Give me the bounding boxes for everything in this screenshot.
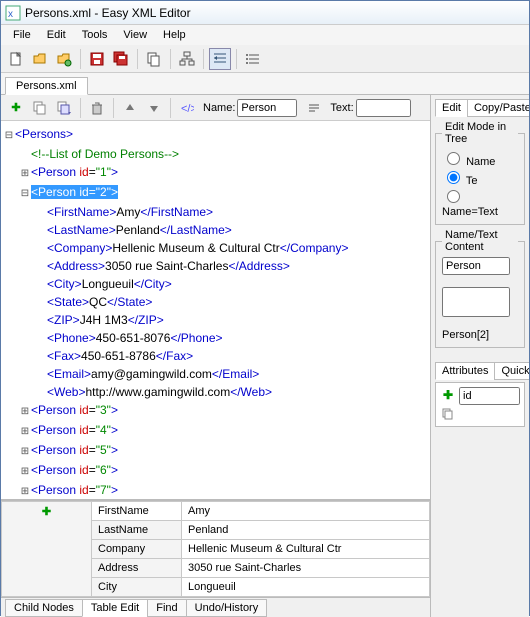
side-tab-copy[interactable]: Copy/Paste — [467, 99, 529, 117]
menu-help[interactable]: Help — [155, 27, 194, 43]
tab-table-edit[interactable]: Table Edit — [82, 599, 148, 617]
tree-child-node[interactable]: <Web>http://www.gamingwild.com</Web> — [3, 383, 428, 401]
tree-child-node[interactable]: <FirstName>Amy</FirstName> — [3, 203, 428, 221]
menu-view[interactable]: View — [115, 27, 155, 43]
main-toolbar — [1, 45, 529, 73]
tree-child-node[interactable]: <Company>Hellenic Museum & Cultural Ctr<… — [3, 239, 428, 257]
move-up-button[interactable] — [119, 97, 141, 119]
tree-view-button[interactable] — [176, 48, 198, 70]
radio-te[interactable]: Te — [442, 175, 477, 187]
tree-child-node[interactable]: <State>QC</State> — [3, 293, 428, 311]
side-tab-edit[interactable]: Edit — [435, 99, 468, 117]
copy-button[interactable] — [143, 48, 165, 70]
side-text-input[interactable] — [442, 287, 510, 317]
text-input[interactable] — [356, 99, 411, 117]
twisty-icon[interactable]: ⊞ — [19, 443, 31, 461]
tree-node[interactable]: ⊞<Person id="5"> — [3, 441, 428, 461]
side-tab-quick[interactable]: Quick — [494, 362, 529, 380]
twisty-icon[interactable]: ⊟ — [19, 185, 31, 203]
menu-tools[interactable]: Tools — [74, 27, 116, 43]
copy-attr-button[interactable] — [440, 406, 456, 422]
side-panel: Edit Copy/Paste Edit Mode in Tree Name T… — [431, 95, 529, 617]
twisty-icon[interactable]: ⊞ — [19, 423, 31, 441]
delete-node-button[interactable] — [86, 97, 108, 119]
bottom-panel: ✚ FirstName Amy LastNamePenland CompanyH… — [1, 499, 430, 617]
add-node-button[interactable]: ✚ — [5, 97, 27, 119]
tree-child-node[interactable]: <Phone>450-651-8076</Phone> — [3, 329, 428, 347]
window-title: Persons.xml - Easy XML Editor — [25, 6, 191, 20]
selected-node[interactable]: <Person id="2"> — [31, 185, 118, 199]
tree-child-node[interactable]: <Address>3050 rue Saint-Charles</Address… — [3, 257, 428, 275]
open-file-button[interactable] — [29, 48, 51, 70]
menubar: File Edit Tools View Help — [1, 25, 529, 45]
menu-file[interactable]: File — [5, 27, 39, 43]
node-path: Person[2] — [442, 329, 489, 341]
twisty-icon[interactable]: ⊞ — [19, 483, 31, 499]
tree-toolbar: ✚ </> Name: Text: — [1, 95, 430, 121]
twisty-icon[interactable]: ⊟ — [3, 127, 15, 145]
side-name-input[interactable] — [442, 257, 510, 275]
radio-name[interactable]: Name — [442, 156, 495, 168]
tree-node[interactable]: ⊞<Person id="4"> — [3, 421, 428, 441]
tree-child-node[interactable]: <LastName>Penland</LastName> — [3, 221, 428, 239]
open-folder-button[interactable] — [53, 48, 75, 70]
attr-name-input[interactable] — [459, 387, 520, 405]
tree-node[interactable]: ⊞<Person id="3"> — [3, 401, 428, 421]
list-button[interactable] — [242, 48, 264, 70]
nametext-fieldset: Name/Text Content Person[2] — [435, 229, 525, 348]
editmode-fieldset: Edit Mode in Tree Name Te Name=Text — [435, 121, 525, 225]
properties-table[interactable]: ✚ FirstName Amy LastNamePenland CompanyH… — [1, 501, 430, 597]
tree-node[interactable]: ⊞<Person id="6"> — [3, 461, 428, 481]
prop-val[interactable]: Amy — [182, 502, 430, 521]
tree-node[interactable]: ⊞<Person id="7"> — [3, 481, 428, 499]
text-label: Text: — [330, 102, 353, 114]
twisty-icon[interactable]: ⊞ — [19, 403, 31, 421]
tree-child-node[interactable]: <Email>amy@gamingwild.com</Email> — [3, 365, 428, 383]
prop-key[interactable]: FirstName — [92, 502, 182, 521]
move-down-button[interactable] — [143, 97, 165, 119]
file-tab-persons[interactable]: Persons.xml — [5, 77, 88, 95]
twisty-icon[interactable]: ⊞ — [19, 463, 31, 481]
tab-undo-history[interactable]: Undo/History — [186, 599, 268, 617]
save-button[interactable] — [86, 48, 108, 70]
save-all-button[interactable] — [110, 48, 132, 70]
name-label: Name: — [203, 102, 235, 114]
add-attr-button[interactable]: ✚ — [440, 387, 456, 403]
tag-icon[interactable]: </> — [176, 97, 198, 119]
copy-node-button[interactable] — [29, 97, 51, 119]
xml-tree[interactable]: ⊟<Persons> <!--List of Demo Persons--> ⊞… — [1, 121, 430, 499]
side-tab-attributes[interactable]: Attributes — [435, 362, 495, 380]
indent-button[interactable] — [209, 48, 231, 70]
text-icon[interactable] — [303, 97, 325, 119]
svg-text:</>: </> — [181, 103, 194, 115]
file-tabs: Persons.xml — [1, 73, 529, 95]
tree-child-node[interactable]: <ZIP>J4H 1M3</ZIP> — [3, 311, 428, 329]
app-icon: x — [5, 5, 21, 21]
radio-nametext[interactable]: Name=Text — [442, 194, 498, 218]
tree-child-node[interactable]: <City>Longueuil</City> — [3, 275, 428, 293]
add-row-button[interactable]: ✚ — [2, 502, 92, 597]
tab-find[interactable]: Find — [147, 599, 186, 617]
twisty-icon[interactable]: ⊞ — [19, 165, 31, 183]
menu-edit[interactable]: Edit — [39, 27, 74, 43]
wrap-node-button[interactable] — [53, 97, 75, 119]
new-file-button[interactable] — [5, 48, 27, 70]
bottom-tabs: Child Nodes Table Edit Find Undo/History — [1, 597, 430, 617]
svg-text:x: x — [8, 9, 13, 20]
tab-child-nodes[interactable]: Child Nodes — [5, 599, 83, 617]
tree-child-node[interactable]: <Fax>450-651-8786</Fax> — [3, 347, 428, 365]
titlebar: x Persons.xml - Easy XML Editor — [1, 1, 529, 25]
name-input[interactable] — [237, 99, 297, 117]
